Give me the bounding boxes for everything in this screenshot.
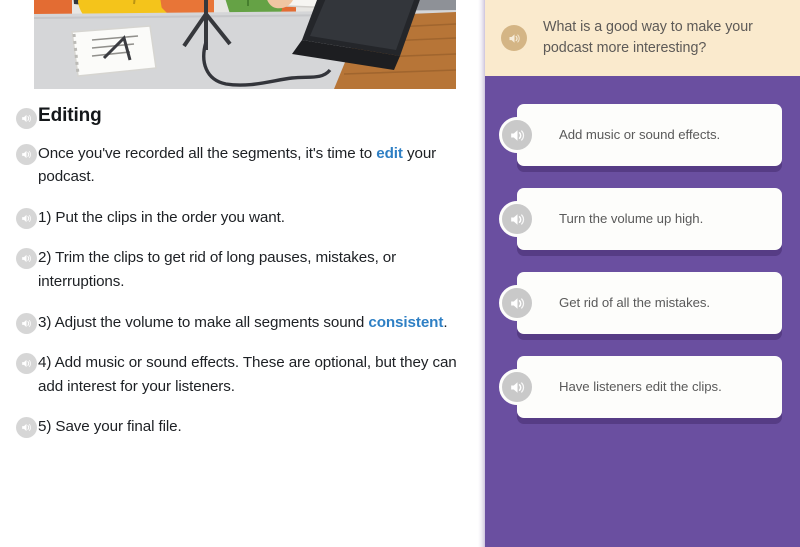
answer-option-label: Add music or sound effects. (559, 126, 721, 142)
glossary-link-consistent[interactable]: consistent (368, 314, 443, 331)
article-paragraph-text: 4) Add music or sound effects. These are… (38, 354, 457, 395)
answer-option[interactable]: Add music or sound effects. (499, 104, 782, 166)
article-paragraph-row: Once you've recorded all the segments, i… (8, 142, 470, 189)
question-header: What is a good way to make your podcast … (485, 0, 800, 76)
answer-options-list: Add music or sound effects. Turn the vol… (485, 76, 800, 440)
speaker-icon[interactable] (499, 201, 535, 237)
speaker-icon[interactable] (16, 417, 37, 439)
speaker-icon[interactable] (499, 285, 535, 321)
quiz-panel: What is a good way to make your podcast … (485, 0, 800, 547)
paragraph-post: . (443, 313, 448, 331)
article-paragraph-text: 5) Save your final file. (38, 418, 182, 436)
speaker-icon[interactable] (499, 117, 535, 153)
article-body: Editing Once you've recorded all the seg… (8, 104, 470, 456)
speaker-icon[interactable] (501, 25, 527, 51)
answer-option[interactable]: Get rid of all the mistakes. (499, 272, 782, 334)
speaker-icon[interactable] (16, 143, 37, 165)
podcast-illustration (34, 0, 456, 89)
answer-option-label: Get rid of all the mistakes. (559, 294, 711, 310)
article-paragraph-text: Once you've recorded all the segments, i… (38, 142, 470, 189)
article-paragraph-text: 2) Trim the clips to get rid of long pau… (38, 249, 397, 290)
speaker-icon[interactable] (16, 108, 37, 129)
paragraph-pre: 3) Adjust the volume to make all segment… (38, 313, 369, 331)
article-paragraph-row: 4) Add music or sound effects. These are… (8, 351, 470, 398)
article-heading-row: Editing (8, 104, 470, 129)
speaker-icon[interactable] (16, 248, 37, 270)
question-text: What is a good way to make your podcast … (543, 18, 753, 56)
speaker-icon[interactable] (499, 369, 535, 405)
article-paragraph-text: 1) Put the clips in the order you want. (38, 208, 285, 226)
glossary-link-edit[interactable]: edit (376, 145, 403, 162)
lesson-screen: Editing Once you've recorded all the seg… (0, 0, 800, 547)
answer-option-label: Turn the volume up high. (559, 210, 704, 226)
speaker-icon[interactable] (16, 353, 37, 375)
article-paragraph-row: 2) Trim the clips to get rid of long pau… (8, 246, 470, 293)
answer-option[interactable]: Turn the volume up high. (499, 188, 782, 250)
article-paragraph-row: 1) Put the clips in the order you want. (8, 206, 470, 230)
article-pane: Editing Once you've recorded all the seg… (0, 0, 478, 547)
speaker-icon[interactable] (16, 312, 37, 334)
answer-option-label: Have listeners edit the clips. (559, 378, 722, 394)
article-paragraph-row: 5) Save your final file. (8, 415, 470, 439)
article-heading-text: Editing (38, 105, 102, 126)
pane-divider (478, 0, 485, 547)
paragraph-pre: Once you've recorded all the segments, i… (38, 144, 377, 162)
speaker-icon[interactable] (16, 207, 37, 229)
article-paragraph-row: 3) Adjust the volume to make all segment… (8, 311, 470, 335)
article-paragraph-text: 3) Adjust the volume to make all segment… (38, 311, 448, 335)
answer-option[interactable]: Have listeners edit the clips. (499, 356, 782, 418)
